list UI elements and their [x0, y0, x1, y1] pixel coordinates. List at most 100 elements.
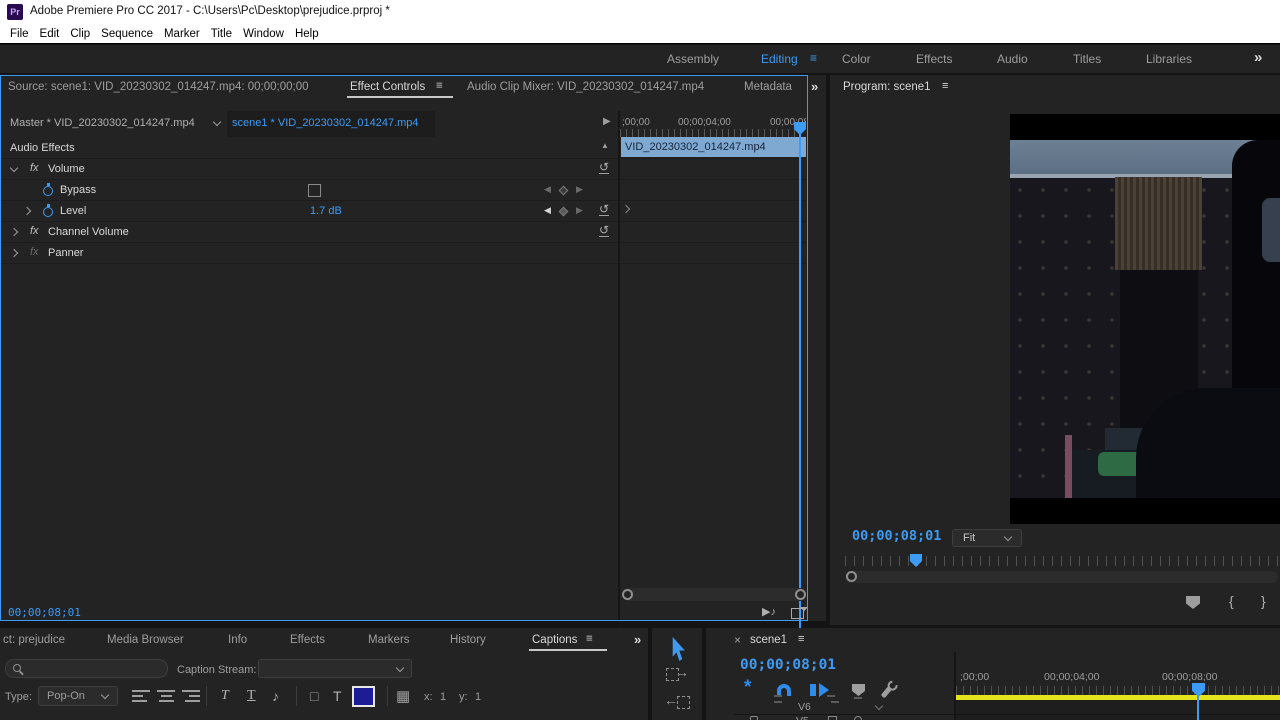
lower-left-overflow-icon[interactable]: » [634, 632, 641, 647]
caption-stream-dropdown[interactable] [258, 659, 412, 678]
next-keyframe-icon[interactable]: ▶ [576, 184, 583, 195]
add-marker-icon[interactable] [852, 684, 865, 696]
ec-clip-bar[interactable]: VID_20230302_014247.mp4 [621, 137, 806, 157]
effect-volume-row[interactable]: fx Volume ↺ [0, 159, 618, 180]
track-v5-sync-icon[interactable] [828, 716, 837, 720]
track-select-backward-tool[interactable] [677, 696, 690, 709]
timeline-timecode[interactable]: 00;00;08;01 [740, 657, 836, 673]
caption-search-input[interactable] [5, 659, 168, 678]
text-color-icon[interactable]: T [333, 688, 342, 704]
program-zoom-scrollbar[interactable] [845, 571, 1278, 583]
timeline-panel-menu-icon[interactable]: ≡ [798, 633, 804, 645]
captions-panel-menu-icon[interactable]: ≡ [586, 633, 593, 645]
add-keyframe-icon[interactable] [559, 186, 569, 196]
reset-param-icon[interactable]: ↺ [599, 204, 609, 216]
menu-file[interactable]: File [10, 28, 29, 40]
sequence-clip-tab[interactable]: scene1 * VID_20230302_014247.mp4 [227, 111, 435, 137]
music-note-icon[interactable]: ♪ [272, 688, 279, 704]
ec-zoom-handle-right[interactable] [795, 589, 806, 600]
tab-media-browser[interactable]: Media Browser [107, 634, 184, 646]
zoom-level-dropdown[interactable]: Fit [952, 529, 1022, 547]
prev-keyframe-icon[interactable]: ◀ [544, 205, 551, 216]
tab-effect-controls[interactable]: Effect Controls [350, 81, 425, 93]
workspace-tab-audio[interactable]: Audio [997, 52, 1028, 66]
chevron-right-icon[interactable] [10, 228, 18, 236]
text-edge-box-icon[interactable]: □ [310, 688, 318, 704]
workspace-tab-editing[interactable]: Editing [761, 52, 798, 66]
chevron-right-icon[interactable] [23, 207, 31, 215]
play-forward-icon[interactable]: ▶ [603, 116, 611, 127]
effect-controls-panel-menu-icon[interactable]: ≡ [436, 80, 443, 92]
menu-title[interactable]: Title [211, 28, 232, 40]
effect-controls-tab-overflow-icon[interactable]: » [811, 79, 818, 94]
master-clip-label[interactable]: Master * VID_20230302_014247.mp4 [10, 117, 195, 129]
x-position-value[interactable]: 1 [440, 691, 446, 703]
program-timecode[interactable]: 00;00;08;01 [852, 528, 941, 544]
workspace-menu-icon[interactable]: ≡ [810, 51, 817, 65]
underline-icon[interactable]: T [247, 688, 256, 704]
add-keyframe-icon[interactable] [559, 207, 569, 217]
caption-type-dropdown[interactable]: Pop-On [38, 686, 118, 706]
nest-sequence-icon[interactable]: * [744, 681, 751, 695]
reset-effect-icon[interactable]: ↺ [599, 225, 609, 237]
timeline-ruler[interactable]: ;00;00 00;00;04;00 00;00;08;00 [956, 666, 1280, 720]
track-v5-label[interactable]: V5 [796, 715, 809, 720]
timeline-track-area[interactable] [956, 700, 1280, 720]
workspace-tab-libraries[interactable]: Libraries [1146, 52, 1192, 66]
ec-time-ruler[interactable] [620, 129, 806, 137]
italic-icon[interactable]: T [221, 688, 229, 704]
collapse-section-icon[interactable]: ▲ [601, 141, 609, 150]
audio-effects-header[interactable]: Audio Effects [0, 138, 618, 158]
tab-markers[interactable]: Markers [368, 634, 410, 646]
program-time-ruler[interactable] [845, 556, 1278, 566]
program-panel-menu-icon[interactable]: ≡ [942, 80, 948, 92]
menu-help[interactable]: Help [295, 28, 319, 40]
toggle-animation-stopwatch-icon[interactable] [43, 186, 53, 196]
workspace-tab-color[interactable]: Color [842, 52, 871, 66]
play-audio-icon[interactable]: ▶♪ [762, 605, 776, 618]
background-color-swatch[interactable] [352, 686, 375, 707]
chevron-right-icon[interactable] [10, 249, 18, 257]
chevron-down-icon[interactable] [10, 164, 18, 172]
menu-marker[interactable]: Marker [164, 28, 200, 40]
tab-audio-clip-mixer[interactable]: Audio Clip Mixer: VID_20230302_014247.mp… [467, 81, 704, 93]
add-marker-icon[interactable] [1186, 596, 1200, 609]
tab-captions[interactable]: Captions [532, 634, 577, 646]
toggle-animation-stopwatch-icon[interactable] [43, 207, 53, 217]
menu-window[interactable]: Window [243, 28, 284, 40]
align-left-icon[interactable] [132, 690, 150, 702]
effect-panner-row[interactable]: fx Panner [0, 243, 618, 264]
bypass-checkbox[interactable] [308, 184, 321, 197]
mark-out-icon[interactable]: } [1261, 593, 1266, 609]
workspace-tab-titles[interactable]: Titles [1073, 52, 1101, 66]
y-position-value[interactable]: 1 [475, 691, 481, 703]
menu-edit[interactable]: Edit [40, 28, 60, 40]
menu-sequence[interactable]: Sequence [101, 28, 153, 40]
level-value[interactable]: 1.7 dB [310, 205, 342, 217]
next-keyframe-icon[interactable]: ▶ [576, 205, 583, 216]
chevron-down-icon[interactable] [213, 118, 221, 126]
tab-program-monitor[interactable]: Program: scene1 [843, 81, 931, 93]
ec-timecode[interactable]: 00;00;08;01 [8, 606, 81, 619]
reset-effect-icon[interactable]: ↺ [599, 162, 609, 174]
workspace-tab-assembly[interactable]: Assembly [667, 52, 719, 66]
menu-clip[interactable]: Clip [70, 28, 90, 40]
close-sequence-icon[interactable]: × [734, 633, 741, 647]
ec-zoom-scrollbar[interactable] [622, 588, 806, 601]
export-frame-icon[interactable] [791, 608, 804, 619]
align-right-icon[interactable] [182, 690, 200, 702]
tab-source-monitor[interactable]: Source: scene1: VID_20230302_014247.mp4:… [8, 81, 309, 93]
effect-channel-volume-row[interactable]: fx Channel Volume ↺ [0, 222, 618, 243]
ec-zoom-handle-left[interactable] [622, 589, 633, 600]
position-grid-icon[interactable]: ▦ [396, 687, 410, 705]
timeline-settings-icon[interactable] [881, 686, 892, 698]
workspace-overflow-icon[interactable]: » [1254, 49, 1262, 66]
workspace-tab-effects[interactable]: Effects [916, 52, 952, 66]
align-center-icon[interactable] [157, 690, 175, 702]
track-v5-mute-icon[interactable] [854, 716, 862, 720]
mark-in-icon[interactable]: { [1229, 593, 1234, 609]
program-zoom-handle[interactable] [846, 571, 857, 582]
tab-effects[interactable]: Effects [290, 634, 325, 646]
tab-info[interactable]: Info [228, 634, 247, 646]
tab-history[interactable]: History [450, 634, 486, 646]
